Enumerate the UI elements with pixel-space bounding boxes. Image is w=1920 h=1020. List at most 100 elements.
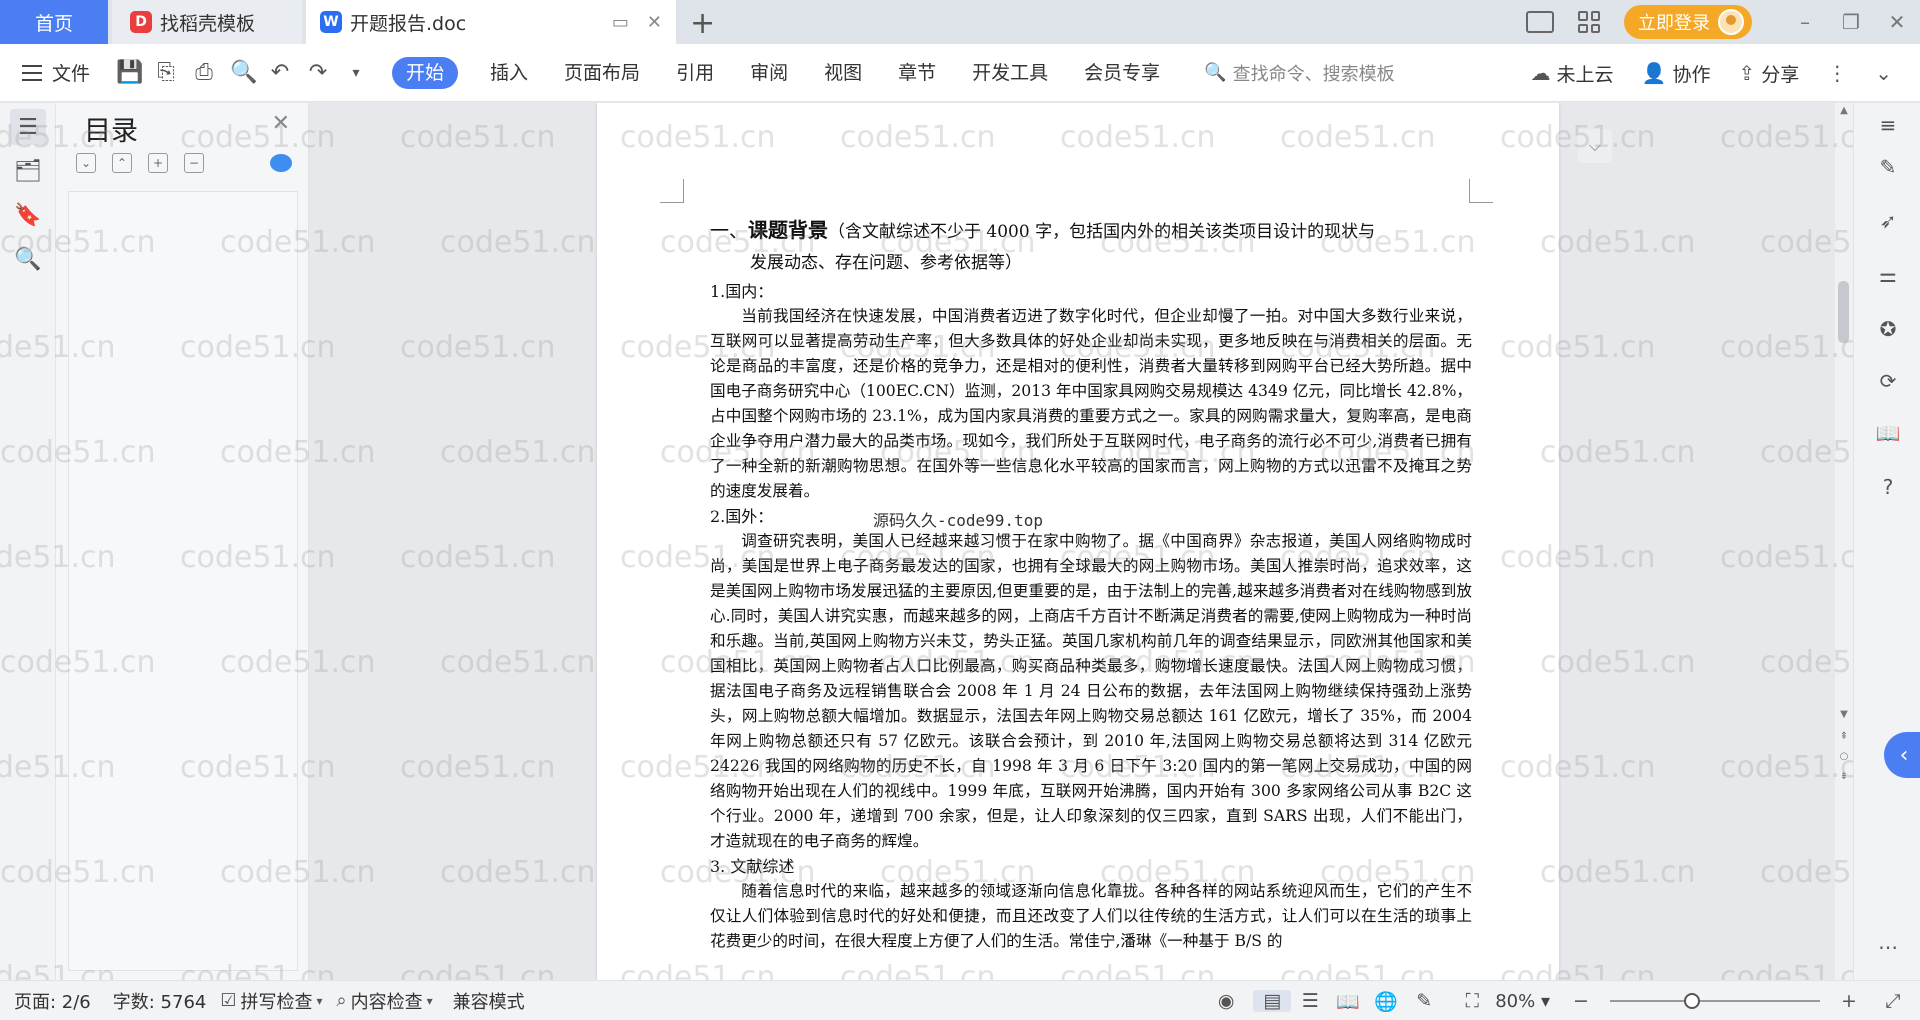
write-mode-icon[interactable]: ✎ [1405, 990, 1443, 1012]
doc-search-icon[interactable]: 📖 [1874, 419, 1902, 447]
zoom-slider-track [1610, 1000, 1820, 1002]
chapter-nav-icon[interactable]: 🗂 [10, 153, 46, 189]
ribbon-tab-member[interactable]: 会员专享 [1066, 57, 1178, 89]
zoom-slider-knob[interactable] [1684, 993, 1700, 1009]
eye-protection-icon[interactable]: ◉ [1207, 990, 1245, 1012]
more-horizontal-icon[interactable]: ⋯ [1874, 933, 1902, 961]
file-menu[interactable]: 文件 [22, 59, 90, 86]
document-body[interactable]: 一、课题背景（含文献综述不少于 4000 字，包括国内外的相关该类项目设计的现状… [710, 215, 1472, 954]
pen-icon[interactable]: ✎ [1874, 153, 1902, 181]
chevron-down-icon: ⌄ [1875, 61, 1892, 85]
collaborate-button[interactable]: 👤 协作 [1642, 60, 1711, 87]
zoom-slider[interactable] [1610, 991, 1820, 1011]
ribbon-tab-home[interactable]: 开始 [392, 56, 459, 89]
page-nav-float-button[interactable]: ⌵ [1578, 129, 1612, 163]
add-heading-icon[interactable]: + [148, 153, 168, 173]
prev-page-icon[interactable]: ⇞ [1835, 731, 1853, 742]
toc-close-icon[interactable]: ✕ [272, 111, 290, 136]
share-button[interactable]: ⇪ 分享 [1738, 60, 1799, 87]
restore-button[interactable]: ❐ [1828, 10, 1874, 34]
collaborate-label: 协作 [1672, 63, 1711, 86]
smart-toc-icon[interactable] [270, 154, 292, 172]
reading-layout-icon[interactable] [1526, 11, 1554, 33]
print-icon[interactable]: ⎙ [192, 60, 216, 85]
scrollbar-thumb[interactable] [1838, 281, 1849, 343]
paragraph-literature: 随着信息时代的来临，越来越多的领域逐渐向信息化靠拢。各种各样的网站系统迎风而生，… [710, 882, 1472, 950]
ribbon-tab-layout[interactable]: 页面布局 [546, 57, 658, 89]
reading-view-icon[interactable]: 📖 [1329, 990, 1367, 1013]
select-browse-icon[interactable]: ○ [1835, 751, 1853, 762]
backup-icon[interactable]: ⟳ [1874, 367, 1902, 395]
zoom-out-icon[interactable]: − [1562, 990, 1600, 1012]
scroll-down-icon[interactable]: ▼ [1835, 709, 1853, 720]
collapse-icon[interactable]: ⌃ [112, 153, 132, 173]
menu-icon[interactable]: ≡ [1874, 111, 1902, 139]
help-icon[interactable]: ? [1874, 473, 1902, 501]
spell-check-button[interactable]: ☑ 拼写检查 ▾ [220, 988, 322, 1014]
outline-icon[interactable]: ☰ [10, 109, 46, 145]
tab-close-icon[interactable]: ✕ [647, 12, 662, 33]
expand-icon[interactable]: ⌄ [76, 153, 96, 173]
ribbon-tab-developer[interactable]: 开发工具 [954, 57, 1066, 89]
zoom-level-label: 80% [1495, 990, 1536, 1012]
document-canvas[interactable]: 一、课题背景（含文献综述不少于 4000 字，包括国内外的相关该类项目设计的现状… [310, 103, 1853, 980]
collaborate-icon: 👤 [1641, 61, 1667, 85]
fit-page-icon[interactable]: ⛶ [1453, 990, 1491, 1012]
select-cursor-icon[interactable]: ➶ [1874, 207, 1902, 235]
close-window-button[interactable]: ✕ [1874, 10, 1920, 34]
zoom-in-icon[interactable]: + [1830, 990, 1868, 1012]
status-bar: 页面: 2/6 字数: 5764 ☑ 拼写检查 ▾ ⌕ 内容检查 ▾ 兼容模式 … [0, 980, 1920, 1020]
new-tab-button[interactable]: + [690, 6, 715, 41]
word-count[interactable]: 字数: 5764 [113, 988, 207, 1014]
minimize-button[interactable]: – [1782, 10, 1828, 34]
share-icon: ⇪ [1738, 61, 1756, 85]
scroll-top-icon[interactable]: ▲ [1835, 105, 1853, 116]
ribbon-tab-view[interactable]: 视图 [806, 57, 880, 89]
customize-chevron-icon[interactable]: ▾ [344, 65, 368, 81]
print-preview-icon[interactable]: 🔍 [230, 60, 257, 85]
ribbon-tab-chapter[interactable]: 章节 [880, 57, 954, 89]
document-page[interactable]: 一、课题背景（含文献综述不少于 4000 字，包括国内外的相关该类项目设计的现状… [597, 103, 1559, 980]
tab-bar: 首页 D 找稻壳模板 W 开题报告.doc ▭ ✕ + 立即登录 – ❐ ✕ [0, 0, 1920, 44]
quick-access-toolbar: 💾 ⎘ ⎙ 🔍 ↶ ↷ ▾ [116, 60, 368, 85]
zoom-level[interactable]: 80% ▾ [1495, 991, 1550, 1012]
bookmark-icon[interactable]: 🔖 [10, 197, 46, 233]
tab-pin-icon[interactable]: ▭ [612, 12, 629, 33]
find-icon[interactable]: 🔍 [10, 241, 46, 277]
ribbon-tab-insert[interactable]: 插入 [472, 57, 546, 89]
page-corner-mark [660, 179, 684, 203]
save-icon[interactable]: 💾 [116, 60, 143, 85]
ribbon-tab-review[interactable]: 审阅 [732, 57, 806, 89]
content-check-button[interactable]: ⌕ 内容检查 ▾ [337, 988, 433, 1014]
toc-list[interactable] [68, 191, 298, 971]
command-search[interactable]: 🔍 查找命令、搜索模板 [1204, 60, 1394, 86]
heading-note: （含文献综述不少于 4000 字，包括国内外的相关该类项目设计的现状与 [828, 222, 1376, 242]
redo-icon[interactable]: ↷ [306, 60, 330, 85]
vertical-scrollbar[interactable]: ▲ ▼ ⇞ ○ ⇟ [1835, 103, 1853, 980]
apps-grid-icon[interactable] [1578, 11, 1600, 33]
tab-document[interactable]: W 开题报告.doc ▭ ✕ [306, 0, 676, 44]
undo-icon[interactable]: ↶ [268, 60, 292, 85]
more-options-button[interactable]: ⋮ [1827, 61, 1847, 85]
more-vertical-icon: ⋮ [1827, 61, 1848, 85]
heading-title: 课题背景 [748, 218, 829, 242]
ribbon-tab-references[interactable]: 引用 [658, 57, 732, 89]
remove-heading-icon[interactable]: − [184, 153, 204, 173]
ai-assistant-icon[interactable]: ✪ [1874, 315, 1902, 343]
collapse-ribbon-button[interactable]: ⌄ [1875, 61, 1892, 85]
web-view-icon[interactable]: 🌐 [1367, 990, 1405, 1013]
cloud-status-button[interactable]: ☁ 未上云 [1531, 60, 1614, 87]
page-indicator[interactable]: 页面: 2/6 [14, 988, 91, 1014]
page-view-icon[interactable]: ▤ [1253, 990, 1292, 1012]
export-pdf-icon[interactable]: ⎘ [154, 60, 178, 85]
login-label: 立即登录 [1638, 13, 1710, 34]
login-button[interactable]: 立即登录 [1624, 5, 1752, 39]
fullscreen-icon[interactable]: ⤢ [1874, 990, 1912, 1012]
tab-home[interactable]: 首页 [0, 0, 108, 44]
cloud-status-label: 未上云 [1556, 63, 1614, 86]
adjust-icon[interactable]: ⚌ [1874, 261, 1902, 289]
heading-note-continued: 发展动态、存在问题、参考依据等） [750, 253, 1022, 273]
tab-templates[interactable]: D 找稻壳模板 [112, 0, 302, 44]
outline-view-icon[interactable]: ☰ [1291, 990, 1329, 1012]
next-page-icon[interactable]: ⇟ [1835, 771, 1853, 782]
